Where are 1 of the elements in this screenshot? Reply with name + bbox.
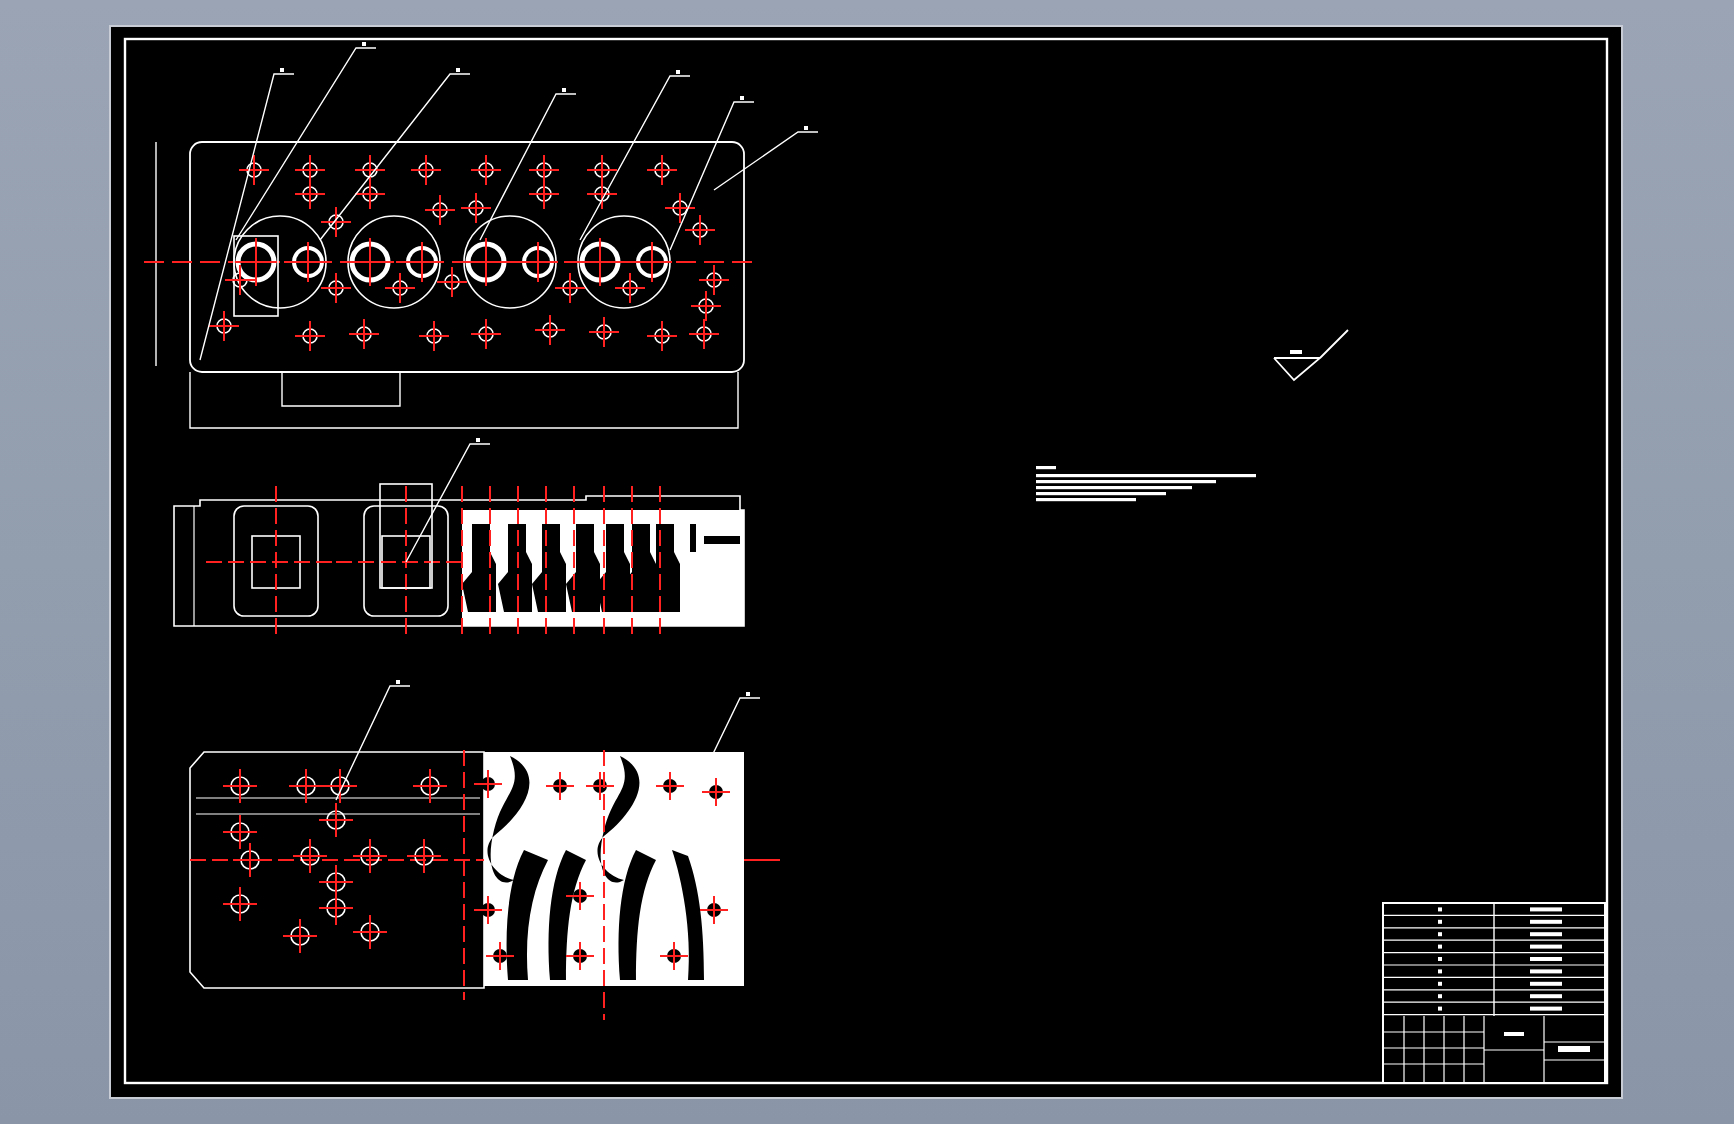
roughness-symbol-icon — [1273, 329, 1349, 381]
